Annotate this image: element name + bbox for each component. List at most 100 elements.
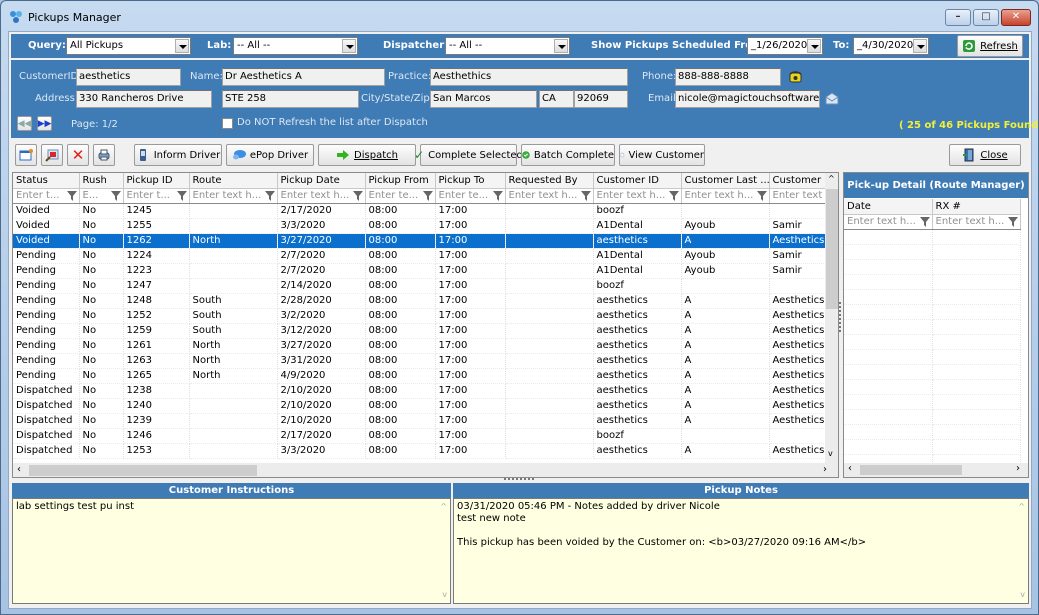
first-page-button[interactable]: ◀◀ [17, 116, 32, 131]
table-row[interactable]: Voided No 1255 3/3/2020 08:00 17:00 A1Dental Ay… [13, 218, 826, 234]
column-header[interactable]: Pickup Date [277, 173, 366, 189]
scroll-down-icon[interactable]: v [1020, 589, 1025, 601]
table-row[interactable]: Dispatched No 1239 2/10/2020 08:00 17:00 aesth… [13, 413, 826, 429]
table-row[interactable]: Dispatched No 1240 2/10/2020 08:00 17:00 aesth… [13, 398, 826, 414]
filter-icon[interactable] [580, 190, 591, 201]
epop-driver-button[interactable]: ePop Driver [226, 144, 314, 166]
date-to-picker[interactable]: _4/30/2020 [853, 37, 929, 55]
scroll-up-icon[interactable]: ^ [828, 174, 835, 183]
grid-vertical-scrollbar[interactable]: ^ v [825, 173, 838, 463]
column-filter-input[interactable]: Enter t... [13, 188, 80, 204]
close-window-button[interactable]: ✕ [1001, 9, 1031, 26]
email-icon[interactable] [825, 92, 839, 105]
table-row[interactable]: Pending No 1261 North 3/27/2020 08:00 17:00 aes… [13, 338, 826, 354]
column-filter-input[interactable]: Enter text h [769, 188, 826, 204]
delete-pickup-button[interactable]: ✕ [67, 144, 89, 166]
table-row[interactable]: Dispatched No 1246 2/17/2020 08:00 17:00 boozf [13, 428, 826, 444]
pickup-notes-text[interactable]: 03/31/2020 05:46 PM - Notes added by dri… [453, 498, 1029, 604]
filter-icon[interactable] [352, 190, 363, 201]
column-header[interactable]: Pickup To [435, 173, 506, 189]
table-row[interactable]: Pending No 1252 South 3/2/2020 08:00 17:00 aest… [13, 308, 826, 324]
column-filter-input[interactable]: Enter text h... [505, 188, 594, 204]
table-row[interactable]: Dispatched No 1253 3/3/2020 08:00 17:00 aesthe… [13, 443, 826, 459]
zip-field[interactable]: 92069 [574, 90, 628, 108]
scroll-right-icon[interactable]: › [823, 464, 827, 475]
filter-icon[interactable] [756, 190, 767, 201]
scroll-up-icon[interactable]: ^ [440, 501, 447, 513]
complete-selected-button[interactable]: ✓ Complete Selected [414, 144, 523, 166]
detail-filter-input[interactable]: Enter text h... [932, 214, 1021, 230]
column-header[interactable]: Requested By [505, 173, 594, 189]
date-from-picker[interactable]: _1/26/2020 [747, 37, 823, 55]
scroll-up-icon[interactable]: ^ [1018, 501, 1025, 513]
column-header[interactable]: Pickup From [365, 173, 436, 189]
address1-field[interactable]: 330 Rancheros Drive [76, 90, 212, 108]
detail-column-header[interactable]: RX # [932, 199, 1021, 215]
email-field[interactable]: nicole@magictouchsoftware.com [675, 90, 820, 108]
column-filter-input[interactable]: Enter te... [435, 188, 506, 204]
batch-complete-button[interactable]: Batch Complete [521, 144, 615, 166]
refresh-button[interactable]: Refresh [957, 35, 1023, 57]
filter-icon[interactable] [919, 216, 930, 227]
table-row[interactable]: Pending No 1223 2/7/2020 08:00 17:00 A1Dental A… [13, 263, 826, 279]
table-row[interactable]: Voided No 1245 2/17/2020 08:00 17:00 boozf [13, 203, 826, 219]
close-button[interactable]: Close [949, 144, 1021, 166]
column-filter-input[interactable]: E... [79, 188, 124, 204]
filter-icon[interactable] [492, 190, 503, 201]
column-filter-input[interactable]: Enter text h... [277, 188, 366, 204]
column-filter-input[interactable]: Enter text h... [681, 188, 770, 204]
inform-driver-button[interactable]: Inform Driver [134, 144, 222, 166]
column-filter-input[interactable]: Enter te... [365, 188, 436, 204]
state-field[interactable]: CA [539, 90, 574, 108]
scroll-right-icon[interactable]: › [1016, 463, 1020, 474]
practice-field[interactable]: Aesthethics [430, 68, 628, 86]
dispatch-button[interactable]: Dispatch [318, 144, 416, 166]
maximize-button[interactable]: □ [973, 9, 999, 26]
table-row[interactable]: Pending No 1265 North 4/9/2020 08:00 17:00 aest… [13, 368, 826, 384]
dispatcher-select[interactable]: -- All -- [445, 37, 570, 55]
lab-select[interactable]: -- All -- [233, 37, 358, 55]
column-header[interactable]: Customer ID [593, 173, 682, 189]
filter-icon[interactable] [422, 190, 433, 201]
column-header[interactable]: Rush [79, 173, 124, 189]
column-header[interactable]: Customer Fir [769, 173, 826, 189]
table-row[interactable]: Voided No 1262 North 3/27/2020 08:00 17:00 aest… [13, 233, 826, 249]
next-page-button[interactable]: ▶▶ [37, 116, 52, 131]
detail-horizontal-scrollbar[interactable]: ‹ › [844, 463, 1028, 477]
grid-hscroll-thumb[interactable] [29, 465, 257, 476]
detail-column-header[interactable]: Date [844, 199, 933, 215]
name-field[interactable]: Dr Aesthetics A [222, 68, 385, 86]
new-pickup-button[interactable] [15, 144, 37, 166]
scroll-left-icon[interactable]: ‹ [848, 463, 852, 474]
detail-filter-input[interactable]: Enter text h... [844, 214, 933, 230]
query-select[interactable]: All Pickups [66, 37, 191, 55]
filter-icon[interactable] [1007, 216, 1018, 227]
scroll-left-icon[interactable]: ‹ [17, 464, 21, 475]
pickups-grid[interactable]: Status Rush Pickup ID Route Pickup Date Picku… [12, 172, 839, 478]
column-filter-input[interactable]: Enter text h... [593, 188, 682, 204]
minimize-button[interactable]: – [945, 9, 971, 26]
phone-icon[interactable] [789, 70, 802, 83]
table-row[interactable]: Pending No 1247 2/14/2020 08:00 17:00 boozf [13, 278, 826, 294]
filter-icon[interactable] [264, 190, 275, 201]
scroll-down-icon[interactable]: v [828, 449, 833, 458]
column-header[interactable]: Pickup ID [123, 173, 190, 189]
column-header[interactable]: Status [13, 173, 80, 189]
grid-vscroll-thumb[interactable] [826, 189, 838, 309]
city-field[interactable]: San Marcos [430, 90, 537, 108]
filter-icon[interactable] [176, 190, 187, 201]
column-header[interactable]: Customer Last ... [681, 173, 770, 189]
column-header[interactable]: Route [189, 173, 278, 189]
filter-icon[interactable] [668, 190, 679, 201]
column-filter-input[interactable]: Enter t... [123, 188, 190, 204]
grid-horizontal-scrollbar[interactable]: ‹ › [13, 463, 838, 477]
print-button[interactable] [93, 144, 115, 166]
edit-pickup-button[interactable] [41, 144, 63, 166]
scroll-down-icon[interactable]: v [442, 589, 447, 601]
phone-field[interactable]: 888-888-8888 [675, 68, 781, 86]
table-row[interactable]: Dispatched No 1238 2/10/2020 08:00 17:00 aesth… [13, 383, 826, 399]
customer-instructions-text[interactable]: lab settings test pu inst ^ v [12, 498, 451, 604]
filter-icon[interactable] [110, 190, 121, 201]
customer-id-field[interactable]: aesthetics [76, 68, 181, 86]
table-row[interactable]: Pending No 1259 South 3/12/2020 08:00 17:00 aes… [13, 323, 826, 339]
